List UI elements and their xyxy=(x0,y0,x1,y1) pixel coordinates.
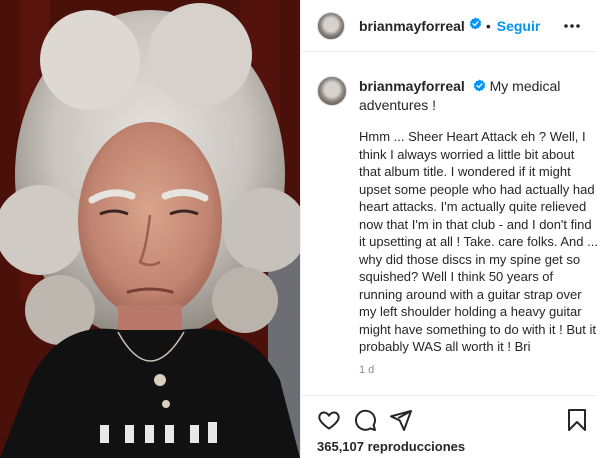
action-bar: 365,107 reproducciones xyxy=(301,395,597,458)
username-link[interactable]: brianmayforreal xyxy=(359,18,465,34)
caption-body: Hmm ... Sheer Heart Attack eh ? Well, I … xyxy=(359,129,597,355)
verified-badge-icon xyxy=(473,78,486,96)
comment-icon[interactable] xyxy=(353,408,377,432)
bookmark-icon[interactable] xyxy=(565,408,589,432)
caption-username-link[interactable]: brianmayforreal xyxy=(359,78,465,94)
verified-badge-icon xyxy=(469,17,482,35)
post-photo[interactable] xyxy=(0,0,300,458)
heart-icon[interactable] xyxy=(317,408,341,432)
post-timestamp[interactable]: 1 d xyxy=(359,364,374,376)
caption-header: brianmayforreal My medical adventures ! xyxy=(359,68,587,114)
view-count[interactable]: 365,107 reproducciones xyxy=(317,439,465,454)
post-side-panel: brianmayforreal • Seguir brianmayforreal… xyxy=(300,0,597,458)
share-icon[interactable] xyxy=(389,408,413,432)
post-photo-image xyxy=(0,0,300,458)
avatar[interactable] xyxy=(317,11,345,40)
separator-dot: • xyxy=(485,17,491,34)
caption-avatar[interactable] xyxy=(317,76,347,106)
follow-button[interactable]: Seguir xyxy=(497,18,541,34)
post-header: brianmayforreal • Seguir xyxy=(301,0,597,52)
more-options-icon[interactable] xyxy=(562,16,582,36)
post-caption: brianmayforreal My medical adventures ! … xyxy=(317,68,597,356)
